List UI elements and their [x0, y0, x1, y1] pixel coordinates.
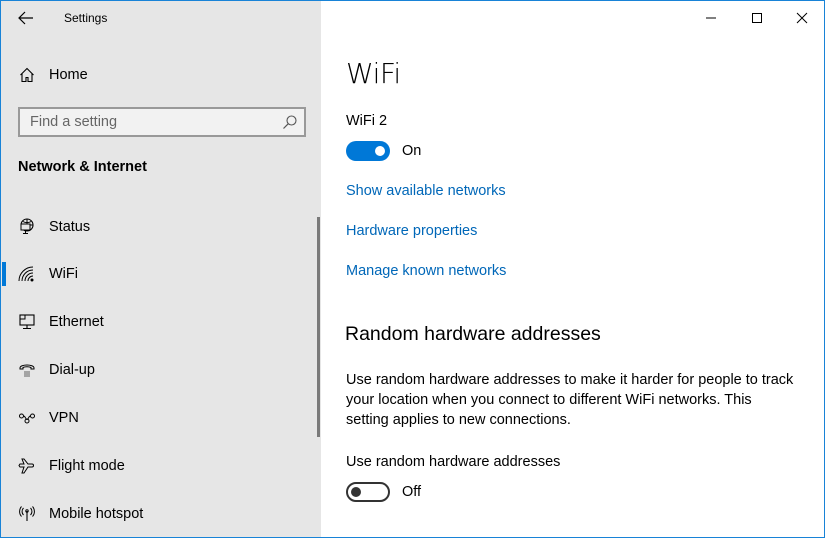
minimize-button[interactable]	[688, 1, 734, 35]
maximize-button[interactable]	[734, 1, 780, 35]
minimize-icon	[706, 17, 716, 19]
sidebar-item-mobile-hotspot[interactable]: Mobile hotspot	[1, 498, 316, 530]
show-available-networks-link[interactable]: Show available networks	[346, 183, 506, 199]
globe-monitor-icon	[17, 217, 37, 237]
search-icon[interactable]	[282, 114, 298, 130]
wifi-toggle-state: On	[402, 143, 422, 159]
maximize-icon	[752, 13, 762, 23]
active-indicator	[2, 262, 6, 286]
close-icon	[796, 12, 808, 24]
sidebar-item-label: Flight mode	[49, 458, 125, 474]
random-addresses-toggle-label: Use random hardware addresses	[346, 454, 561, 470]
app-title: Settings	[64, 11, 108, 25]
sidebar: Settings Home Network & Internet Status …	[1, 1, 321, 537]
airplane-icon	[17, 456, 37, 476]
main-content: WiFi WiFi 2 On Show available networks H…	[321, 1, 824, 537]
toggle-knob	[375, 146, 385, 156]
arrow-left-icon	[18, 11, 33, 25]
sidebar-scrollbar[interactable]	[317, 217, 320, 437]
sidebar-item-label: Home	[49, 67, 88, 83]
hotspot-icon	[17, 504, 37, 524]
settings-window: Settings Home Network & Internet Status …	[0, 0, 825, 538]
close-button[interactable]	[779, 1, 824, 35]
sidebar-item-label: Status	[49, 219, 91, 235]
sidebar-item-label: Mobile hotspot	[49, 506, 144, 522]
hardware-properties-link[interactable]: Hardware properties	[346, 223, 477, 239]
vpn-icon	[17, 408, 37, 428]
manage-known-networks-link[interactable]: Manage known networks	[346, 263, 506, 279]
wifi-toggle[interactable]	[346, 141, 390, 161]
random-addresses-toggle[interactable]	[346, 482, 390, 502]
sidebar-item-ethernet[interactable]: Ethernet	[1, 306, 316, 338]
random-addresses-description: Use random hardware addresses to make it…	[346, 372, 794, 428]
sidebar-item-wifi[interactable]: WiFi	[1, 258, 316, 290]
sidebar-item-label: Dial-up	[49, 362, 95, 378]
back-button[interactable]	[11, 5, 41, 31]
random-addresses-toggle-state: Off	[402, 484, 422, 500]
sidebar-item-label: VPN	[49, 410, 79, 426]
home-icon	[17, 65, 37, 85]
search-box[interactable]	[18, 107, 306, 137]
sidebar-item-flight-mode[interactable]: Flight mode	[1, 450, 316, 482]
sidebar-item-label: WiFi	[49, 266, 78, 282]
ethernet-icon	[17, 312, 37, 332]
phone-icon	[17, 360, 37, 380]
search-input[interactable]	[20, 109, 280, 135]
wifi-icon	[17, 264, 37, 284]
sidebar-item-status[interactable]: Status	[1, 211, 316, 243]
page-title: WiFi	[346, 57, 401, 90]
toggle-knob	[351, 487, 361, 497]
sidebar-item-dial-up[interactable]: Dial-up	[1, 354, 316, 386]
sidebar-item-vpn[interactable]: VPN	[1, 402, 316, 434]
sidebar-item-home[interactable]: Home	[1, 59, 321, 91]
sidebar-item-label: Ethernet	[49, 314, 104, 330]
section-title: Network & Internet	[18, 159, 147, 175]
random-addresses-heading: Random hardware addresses	[345, 323, 601, 345]
adapter-label: WiFi 2	[346, 113, 388, 129]
